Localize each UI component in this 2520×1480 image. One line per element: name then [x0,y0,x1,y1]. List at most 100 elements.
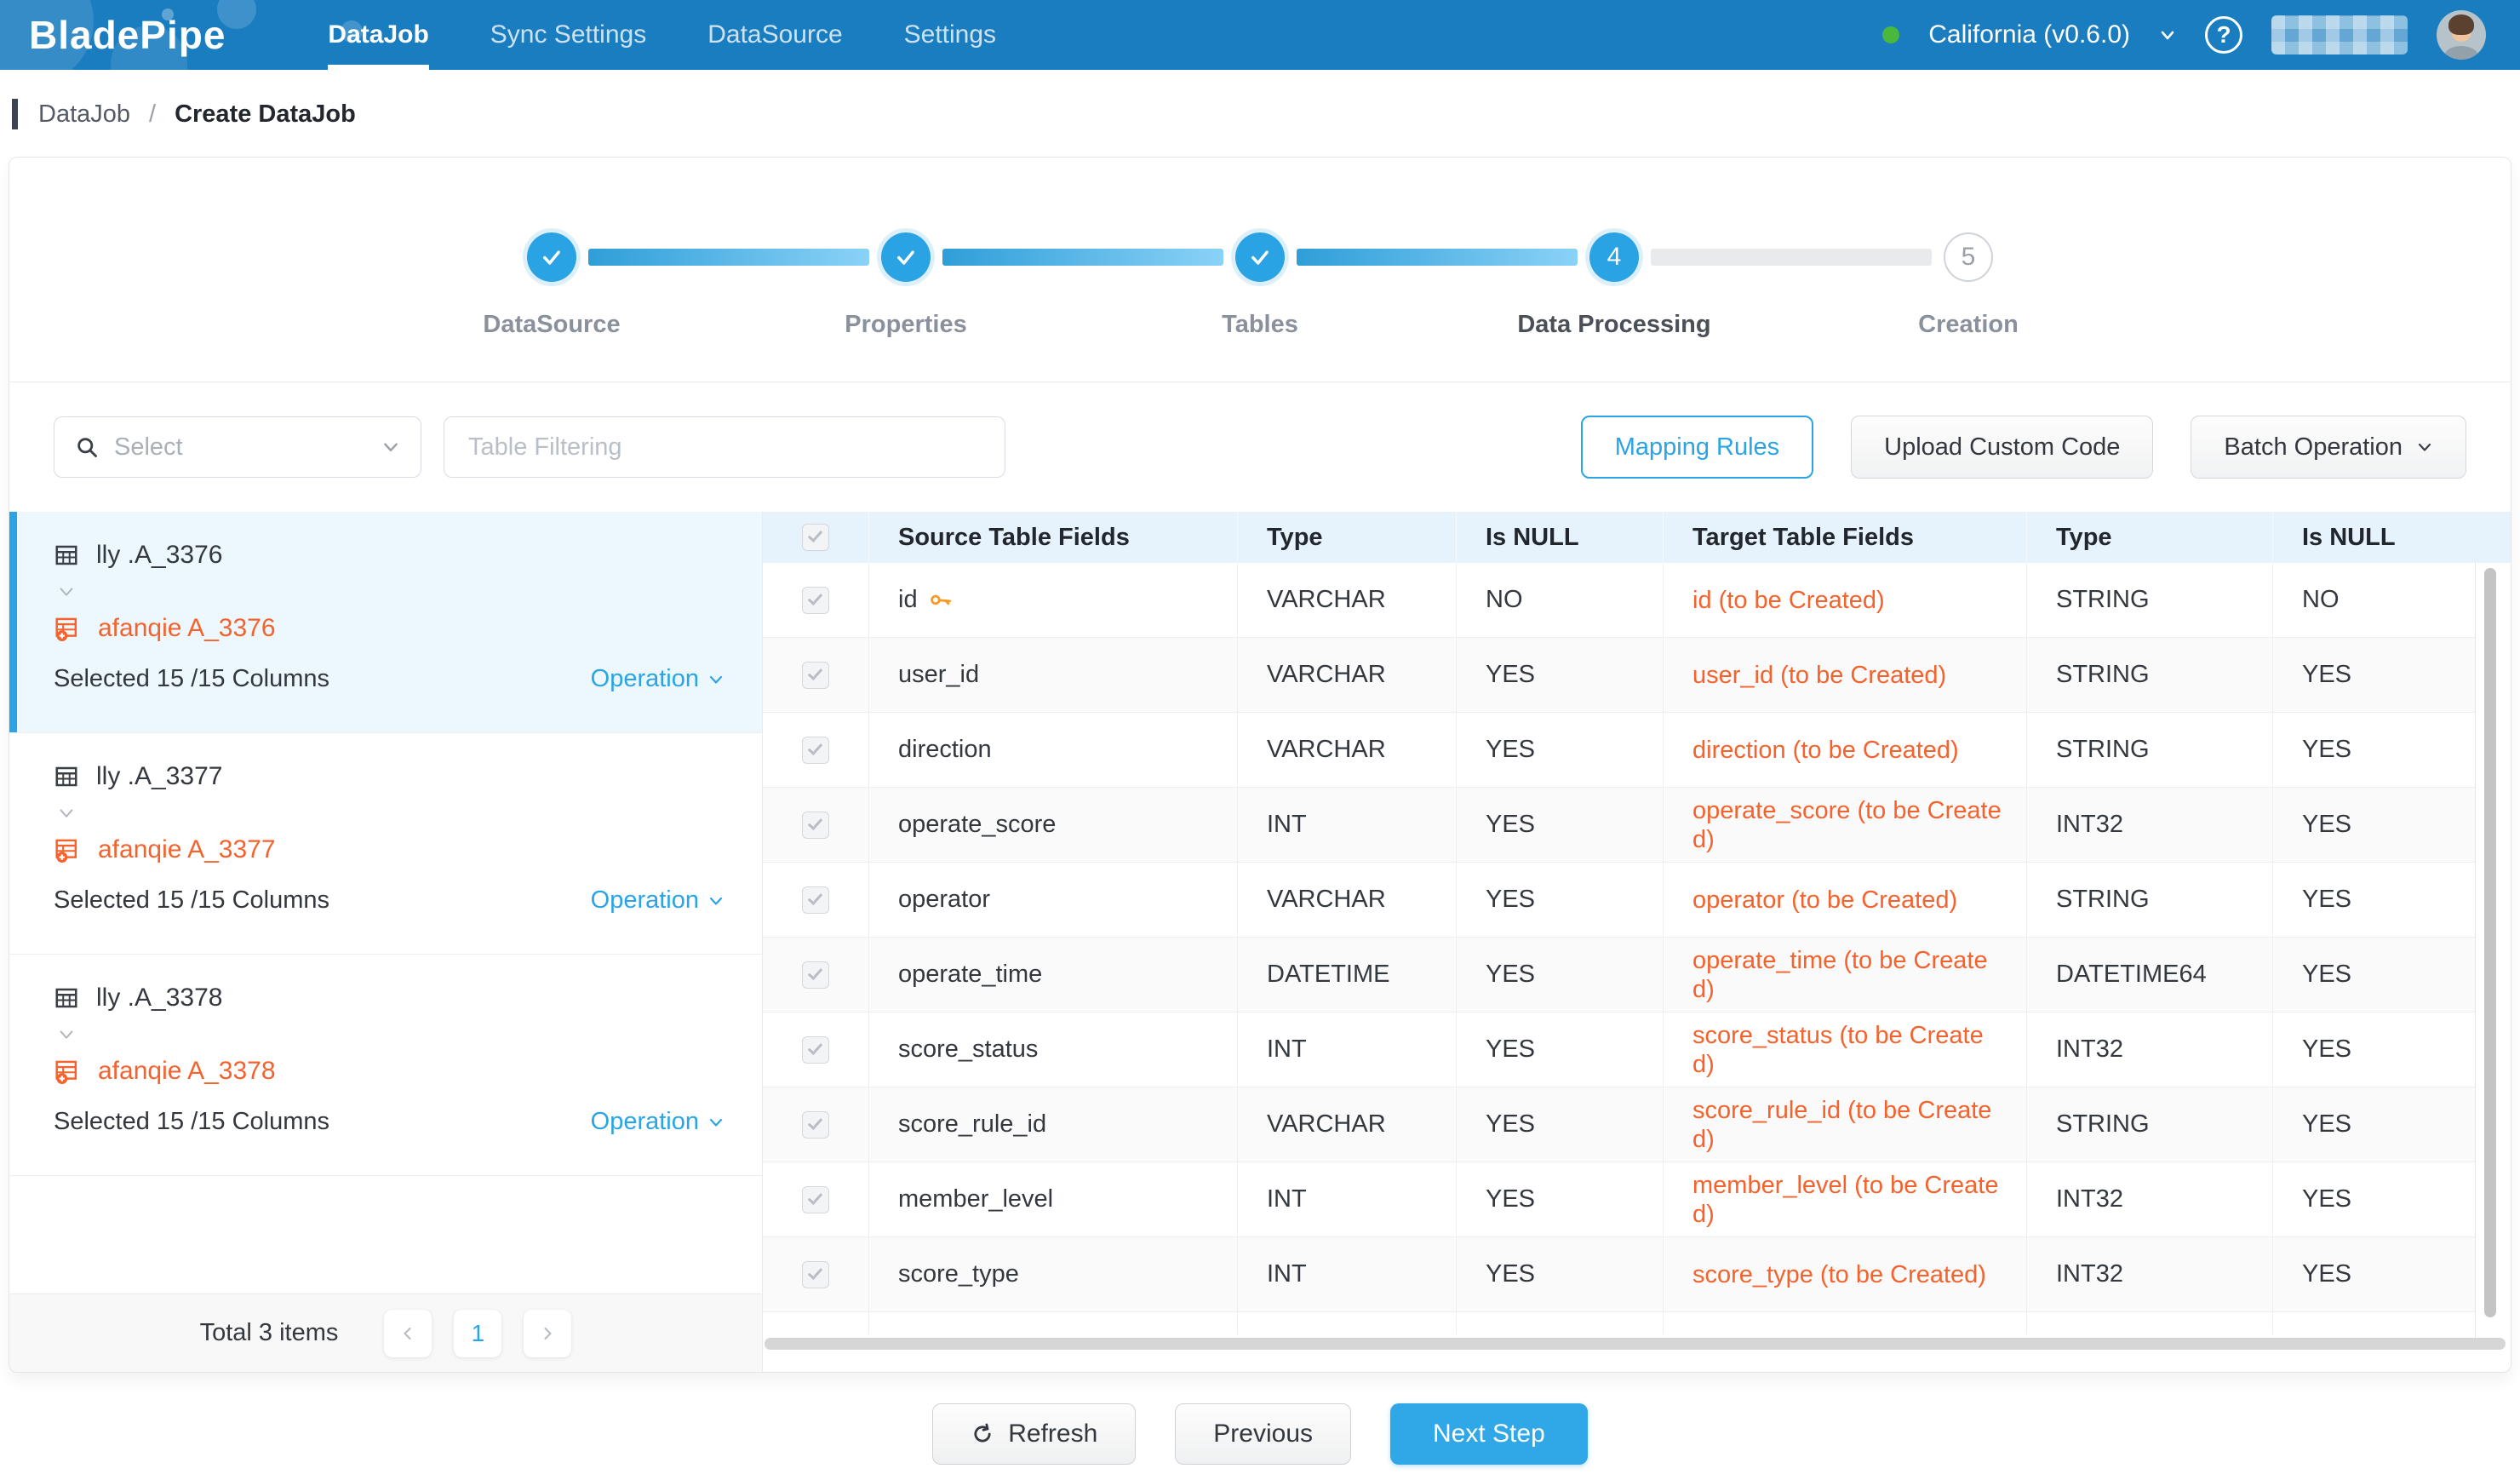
prev-page-button[interactable] [384,1310,432,1357]
field-row-member-level: member_level INT YES member_level (to be… [763,1162,2511,1237]
step-label: Tables [1107,311,1413,339]
isnull-cell: YES [1457,863,1664,937]
target-table-create-icon [54,615,81,642]
source-table-name: lly .A_3377 [96,762,222,791]
row-checkbox[interactable] [802,587,829,614]
source-field-name: id [898,586,918,614]
target-field-cell: score_rule_id (to be Created) [1664,1087,2027,1162]
breadcrumb-datajob[interactable]: DataJob [38,100,130,129]
chevron-down-icon[interactable] [2159,26,2176,43]
step-number: 4 [1589,232,1639,282]
next-page-button[interactable] [524,1310,571,1357]
select-placeholder: Select [114,433,366,462]
type-cell: DATETIME [1238,938,1457,1012]
table-filtering-input[interactable] [444,416,1005,478]
row-checkbox[interactable] [802,1111,829,1139]
isnull-cell: YES [1457,1087,1664,1162]
refresh-label: Refresh [1008,1420,1097,1448]
page-number-button[interactable]: 1 [454,1310,501,1357]
breadcrumb: DataJob / Create DataJob [0,85,2520,143]
step-label: Creation [1815,311,2122,339]
row-checkbox[interactable] [802,1186,829,1213]
vertical-scrollbar[interactable] [2484,568,2496,1317]
select-all-checkbox[interactable] [802,524,829,551]
row-checkbox[interactable] [802,737,829,764]
step-label: Properties [753,311,1059,339]
operation-dropdown[interactable]: Operation [591,1108,724,1136]
type-cell: INT [1238,1162,1457,1236]
next-step-button[interactable]: Next Step [1390,1403,1588,1465]
isnull-cell: YES [1457,938,1664,1012]
source-table-icon [54,985,79,1011]
target-field-cell: operate_time (to be Created) [1664,938,2027,1012]
isnull-cell: YES [1457,713,1664,787]
nav-tab-sync-settings[interactable]: Sync Settings [490,0,646,70]
row-checkbox[interactable] [802,886,829,914]
type-cell: VARCHAR [1238,638,1457,712]
previous-button[interactable]: Previous [1175,1403,1351,1465]
row-checkbox[interactable] [802,961,829,989]
target-table-create-icon [54,836,81,863]
type-cell: INT [1238,1237,1457,1311]
nav-tab-datajob[interactable]: DataJob [328,0,428,70]
target-type-cell: STRING [2027,563,2273,637]
total-items-label: Total 3 items [200,1319,339,1347]
col-header-type: Type [1238,512,1457,563]
target-type-cell: INT32 [2027,1012,2273,1087]
step-label: DataSource [398,311,705,339]
operation-label: Operation [591,886,699,915]
field-row-score-type: score_type INT YES score_type (to be Cre… [763,1237,2511,1312]
row-checkbox[interactable] [802,1036,829,1064]
step-label: Data Processing [1461,311,1767,339]
type-cell: VARCHAR [1238,563,1457,637]
selected-columns-label: Selected 15 /15 Columns [54,886,329,915]
batch-operation-button[interactable]: Batch Operation [2191,416,2466,479]
chevron-down-icon [707,892,724,909]
field-row-operate-score: operate_score INT YES operate_score (to … [763,788,2511,863]
target-field-cell: user_id (to be Created) [1664,638,2027,712]
panel-empty-space [9,1176,762,1294]
mapping-rules-button[interactable]: Mapping Rules [1581,416,1813,479]
help-icon[interactable]: ? [2205,16,2242,54]
operation-dropdown[interactable]: Operation [591,886,724,915]
row-checkbox[interactable] [802,1261,829,1288]
create-datajob-card: DataSource Properties Tables 4 Data Proc… [9,157,2511,1373]
nav-tab-datasource[interactable]: DataSource [707,0,842,70]
table-pair-item-2[interactable]: lly .A_3377 afanqie A_3377 Selected 15 /… [9,733,762,955]
search-icon [75,435,99,459]
primary-key-icon [930,589,952,611]
field-row-id: id VARCHAR NO id (to be Created) STRING … [763,563,2511,638]
step-connector [942,249,1223,266]
target-type-cell: INT32 [2027,1237,2273,1311]
step-number: 5 [1944,232,1993,282]
target-type-cell: INT32 [2027,788,2273,862]
type-cell: VARCHAR [1238,713,1457,787]
target-type-cell: STRING [2027,638,2273,712]
type-cell: VARCHAR [1238,863,1457,937]
isnull-cell: YES [1457,1012,1664,1087]
table-select-dropdown[interactable]: Select [54,416,421,478]
isnull-cell: YES [1457,1162,1664,1236]
nav-tab-settings[interactable]: Settings [904,0,996,70]
refresh-button[interactable]: Refresh [932,1403,1136,1465]
table-toolbar: Select Mapping Rules Upload Custom Code … [9,382,2511,512]
user-avatar[interactable] [2437,10,2486,60]
operation-dropdown[interactable]: Operation [591,665,724,693]
table-pair-item-3[interactable]: lly .A_3378 afanqie A_3378 Selected 15 /… [9,955,762,1176]
source-field-cell: direction [869,713,1238,787]
chevron-down-icon [707,1114,724,1131]
horizontal-scrollbar[interactable] [765,1338,2506,1350]
row-checkbox[interactable] [802,662,829,689]
isnull-cell: NO [1457,563,1664,637]
target-field-cell: score_type (to be Created) [1664,1237,2027,1311]
cluster-region-selector[interactable]: California (v0.6.0) [1928,20,2130,49]
col-header-isnull: Is NULL [1457,512,1664,563]
row-checkbox[interactable] [802,812,829,839]
table-pair-item-1[interactable]: lly .A_3376 afanqie A_3376 Selected 15 /… [9,512,762,733]
step-connector [588,249,869,266]
masked-username[interactable] [2271,15,2408,54]
avatar-body [2444,46,2478,60]
chevron-down-icon [381,438,400,456]
selected-columns-label: Selected 15 /15 Columns [54,1108,329,1136]
upload-custom-code-button[interactable]: Upload Custom Code [1851,416,2153,479]
